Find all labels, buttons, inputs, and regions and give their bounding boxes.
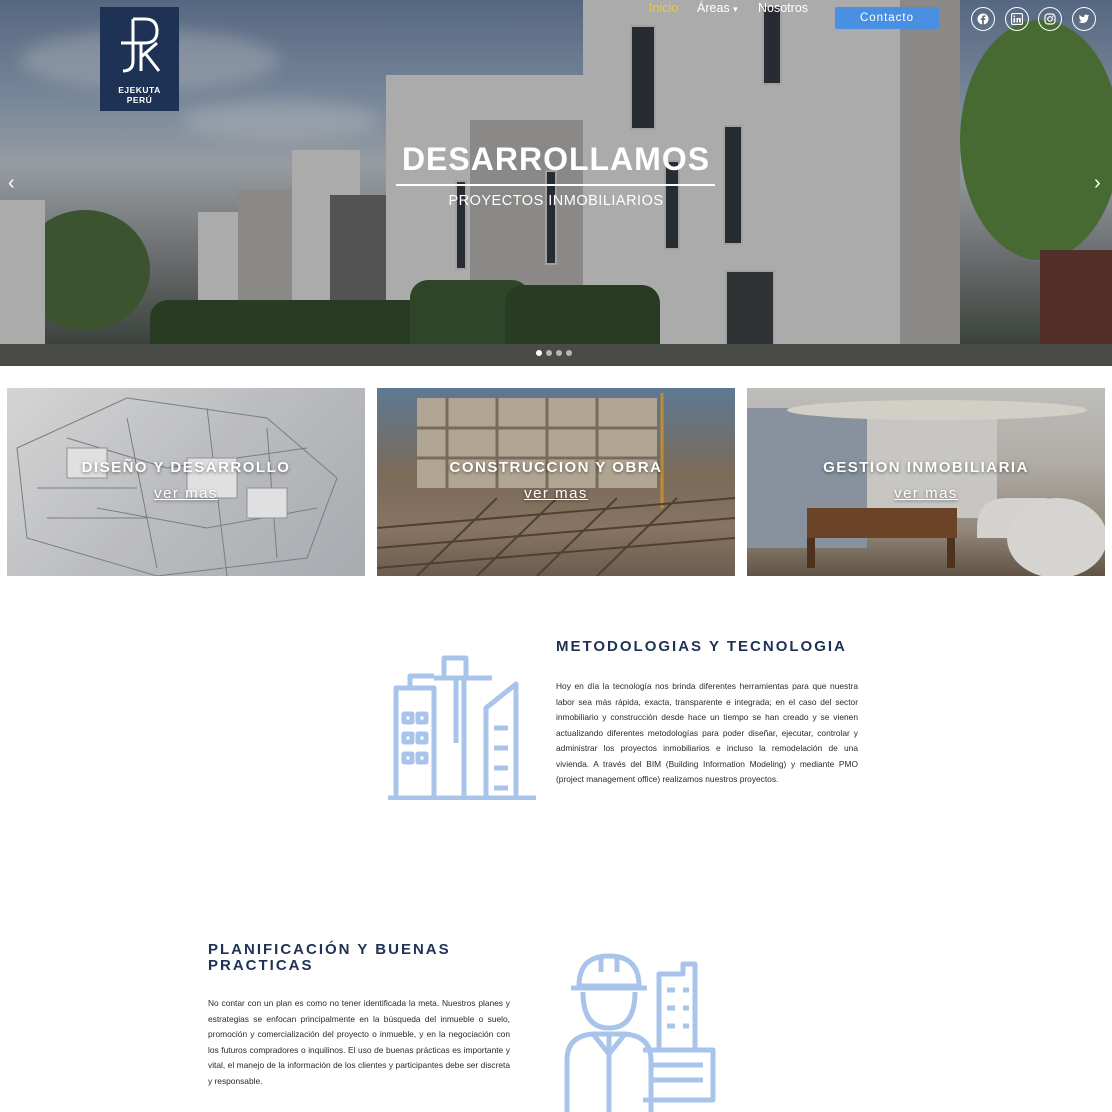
section-body-metodologias: Hoy en día la tecnología nos brinda dife… bbox=[556, 681, 858, 784]
nav-item-nosotros[interactable]: Nosotros bbox=[758, 1, 808, 15]
card-shade bbox=[747, 388, 1105, 576]
ver-mas-link[interactable]: ver mas bbox=[747, 485, 1105, 502]
card-construccion[interactable]: CONSTRUCCION Y OBRA ver mas bbox=[377, 388, 735, 576]
slide-dot-4[interactable] bbox=[566, 350, 572, 356]
slide-dot-1[interactable] bbox=[536, 350, 542, 356]
prev-slide-arrow-icon[interactable]: ‹ bbox=[8, 173, 15, 193]
card-diseno[interactable]: DISEÑO Y DESARROLLO ver mas bbox=[7, 388, 365, 576]
hero-slider: EJEKUTA PERÚ Inicio Áreas ▾ Nosotros Con… bbox=[0, 0, 1112, 366]
city-buildings-icon bbox=[388, 655, 536, 800]
contact-button[interactable]: Contacto bbox=[835, 7, 939, 29]
brand-logo[interactable]: EJEKUTA PERÚ bbox=[100, 7, 179, 111]
brand-name-line1: EJEKUTA bbox=[118, 85, 161, 95]
section-title-planificacion: PLANIFICACIÓN Y BUENAS PRACTICAS bbox=[208, 941, 451, 974]
nav-item-areas-label: Áreas bbox=[697, 1, 730, 15]
card-title: CONSTRUCCION Y OBRA bbox=[449, 459, 663, 476]
hero-title: DESARROLLAMOS bbox=[401, 141, 711, 177]
twitter-icon[interactable] bbox=[1072, 7, 1096, 31]
instagram-icon[interactable] bbox=[1038, 7, 1062, 31]
card-gestion[interactable]: GESTION INMOBILIARIA ver mas bbox=[747, 388, 1105, 576]
ver-mas-link[interactable]: ver mas bbox=[377, 485, 735, 502]
nav-item-inicio[interactable]: Inicio bbox=[649, 1, 678, 15]
chevron-down-icon: ▾ bbox=[733, 4, 738, 14]
ver-mas-link[interactable]: ver mas bbox=[7, 485, 365, 502]
nav-item-areas[interactable]: Áreas ▾ bbox=[697, 1, 738, 15]
brand-name-line2: PERÚ bbox=[126, 95, 153, 105]
next-slide-arrow-icon[interactable]: › bbox=[1094, 173, 1101, 193]
section-body-planificacion: No contar con un plan es como no tener i… bbox=[208, 998, 510, 1086]
card-shade bbox=[377, 388, 735, 576]
slide-dot-2[interactable] bbox=[546, 350, 552, 356]
logo-mark-icon bbox=[121, 17, 161, 73]
slide-dot-3[interactable] bbox=[556, 350, 562, 356]
card-title: DISEÑO Y DESARROLLO bbox=[81, 459, 291, 476]
facebook-icon[interactable] bbox=[971, 7, 995, 31]
card-shade bbox=[7, 388, 365, 576]
linkedin-icon[interactable] bbox=[1005, 7, 1029, 31]
slide-dots bbox=[536, 350, 572, 356]
card-title: GESTION INMOBILIARIA bbox=[823, 459, 1029, 476]
section-title-metodologias: METODOLOGIAS Y TECNOLOGIA bbox=[556, 638, 847, 655]
hero-divider bbox=[396, 184, 715, 186]
engineer-building-icon bbox=[564, 953, 716, 1112]
hero-subtitle: PROYECTOS INMOBILIARIOS bbox=[448, 193, 664, 209]
